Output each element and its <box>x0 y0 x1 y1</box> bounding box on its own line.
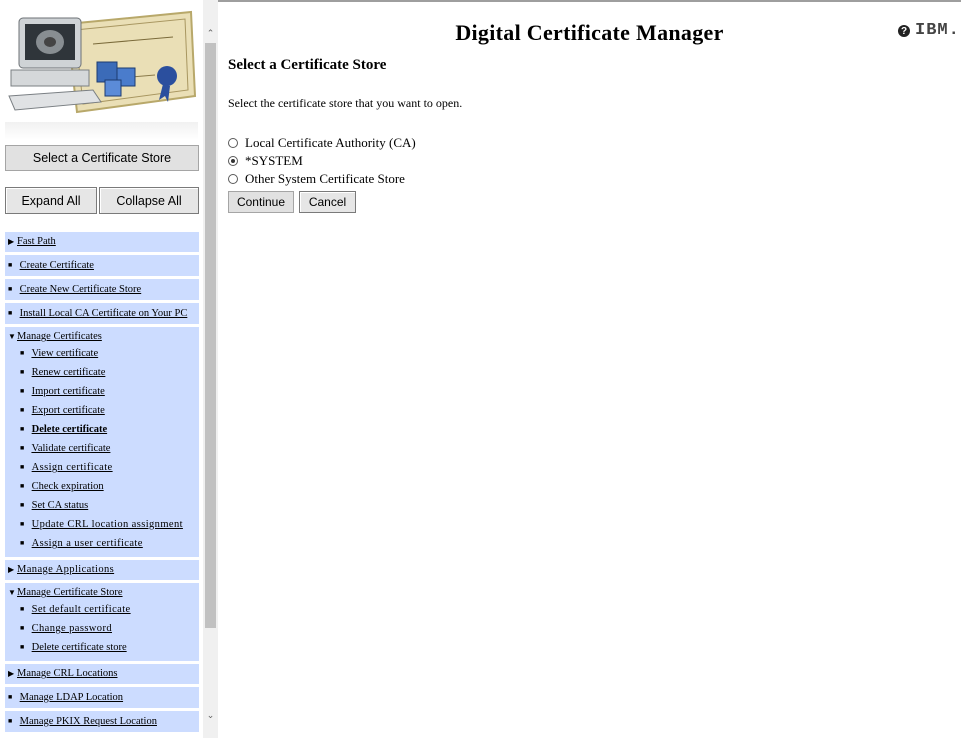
menu-item-manage-crl-locations[interactable]: ▶ Manage CRL Locations <box>5 664 199 684</box>
submenu-link-update-crl-location-assignment[interactable]: Update CRL location assignment <box>32 519 183 530</box>
menu-link[interactable]: Install Local CA Certificate on Your PC <box>20 308 188 319</box>
menu-link[interactable]: Manage CRL Locations <box>17 668 118 679</box>
bullet-icon: ■ <box>8 309 13 317</box>
option-local-ca[interactable]: Local Certificate Authority (CA) <box>228 134 948 152</box>
navigation-frame: Select a Certificate Store Expand All Co… <box>0 0 203 738</box>
option-system[interactable]: *SYSTEM <box>228 152 948 170</box>
bullet-icon: ■ <box>20 406 25 414</box>
header-rule <box>218 0 961 2</box>
submenu-manage-certificates: ■ View certificate ■ Renew certificate ■… <box>8 344 195 553</box>
certificate-illustration <box>5 4 198 122</box>
submenu-link-renew-certificate[interactable]: Renew certificate <box>32 367 106 378</box>
menu-link[interactable]: Fast Path <box>17 236 56 247</box>
submenu-link-import-certificate[interactable]: Import certificate <box>32 386 105 397</box>
expand-all-button[interactable]: Expand All <box>5 187 97 214</box>
page-title: Digital Certificate Manager <box>455 20 724 45</box>
option-label[interactable]: Other System Certificate Store <box>245 171 405 187</box>
menu-link[interactable]: Create New Certificate Store <box>20 284 142 295</box>
expand-arrow-icon[interactable]: ▶ <box>8 564 17 576</box>
submenu-link-check-expiration[interactable]: Check expiration <box>32 481 104 492</box>
bullet-icon: ■ <box>20 605 25 613</box>
help-icon[interactable]: ? <box>898 25 910 37</box>
bullet-icon: ■ <box>20 520 25 528</box>
form-actions: Continue Cancel <box>228 191 948 213</box>
bullet-icon: ■ <box>20 643 25 651</box>
submenu-link-set-ca-status[interactable]: Set CA status <box>32 500 89 511</box>
select-certificate-store-button[interactable]: Select a Certificate Store <box>5 145 199 171</box>
menu-link[interactable]: Create Certificate <box>20 260 94 271</box>
menu-link[interactable]: Manage Applications <box>17 564 114 575</box>
main-frame: Digital Certificate Manager ? IBM. Selec… <box>218 0 961 738</box>
radio-button[interactable] <box>228 138 238 148</box>
submenu-link-assign-user-certificate[interactable]: Assign a user certificate <box>32 538 143 549</box>
menu-link[interactable]: Manage LDAP Location <box>20 692 123 703</box>
bullet-icon: ■ <box>20 349 25 357</box>
menu-item-fast-path[interactable]: ▶ Fast Path <box>5 232 199 252</box>
continue-button[interactable]: Continue <box>228 191 294 213</box>
bullet-icon: ■ <box>8 717 13 725</box>
submenu-link-assign-certificate[interactable]: Assign certificate <box>32 462 113 473</box>
bullet-icon: ■ <box>20 501 25 509</box>
menu-item-install-local-ca-certificate[interactable]: ■ Install Local CA Certificate on Your P… <box>5 303 199 324</box>
bullet-icon: ■ <box>8 693 13 701</box>
scrollbar-thumb[interactable] <box>205 43 216 628</box>
option-other-system-store[interactable]: Other System Certificate Store <box>228 170 948 188</box>
menu-link[interactable]: Manage Certificates <box>17 331 102 342</box>
bullet-icon: ■ <box>20 624 25 632</box>
menu-item-manage-ldap-location[interactable]: ■ Manage LDAP Location <box>5 687 199 708</box>
submenu-link-set-default-certificate[interactable]: Set default certificate <box>32 604 131 615</box>
bullet-icon: ■ <box>20 368 25 376</box>
bullet-icon: ■ <box>20 387 25 395</box>
ibm-logo: IBM. <box>915 21 960 40</box>
expand-arrow-icon[interactable]: ▶ <box>8 236 17 248</box>
bullet-icon: ■ <box>20 463 25 471</box>
submenu-link-delete-certificate[interactable]: Delete certificate <box>32 424 107 435</box>
menu-item-manage-pkix-request-location[interactable]: ■ Manage PKIX Request Location <box>5 711 199 732</box>
cancel-button[interactable]: Cancel <box>299 191 356 213</box>
section-heading: Select a Certificate Store <box>228 57 387 73</box>
menu-item-manage-certificate-store[interactable]: ▼Manage Certificate Store ■ Set default … <box>5 583 199 661</box>
bullet-icon: ■ <box>20 539 25 547</box>
menu-item-create-new-certificate-store[interactable]: ■ Create New Certificate Store <box>5 279 199 300</box>
submenu-link-validate-certificate[interactable]: Validate certificate <box>31 443 110 454</box>
collapse-arrow-icon[interactable]: ▼ <box>8 331 17 343</box>
radio-button-selected[interactable] <box>228 156 238 166</box>
bullet-icon: ■ <box>20 482 25 490</box>
bullet-icon: ■ <box>8 261 13 269</box>
menu-item-manage-applications[interactable]: ▶ Manage Applications <box>5 560 199 580</box>
option-label[interactable]: *SYSTEM <box>245 153 303 169</box>
instruction-text: Select the certificate store that you wa… <box>228 96 463 110</box>
submenu-link-change-password[interactable]: Change password <box>32 623 112 634</box>
scroll-up-arrow-icon[interactable]: ⌃ <box>203 26 218 41</box>
menu-link[interactable]: Manage PKIX Request Location <box>20 716 157 727</box>
menu-item-manage-certificates[interactable]: ▼Manage Certificates ■ View certificate … <box>5 327 199 557</box>
task-menu: ▶ Fast Path ■ Create Certificate ■ Create… <box>5 232 199 735</box>
store-options: Local Certificate Authority (CA) *SYSTEM… <box>228 134 948 188</box>
submenu-link-view-certificate[interactable]: View certificate <box>31 348 98 359</box>
bullet-icon: ■ <box>20 425 25 433</box>
submenu-manage-certificate-store: ■ Set default certificate ■ Change passw… <box>8 600 195 657</box>
submenu-link-delete-certificate-store[interactable]: Delete certificate store <box>32 642 127 653</box>
bullet-icon: ■ <box>20 444 25 452</box>
navigation-scrollbar[interactable]: ⌃ ⌄ <box>203 0 218 738</box>
submenu-link-export-certificate[interactable]: Export certificate <box>32 405 105 416</box>
select-store-form: Select a Certificate Store Select the ce… <box>228 57 948 213</box>
collapse-all-button[interactable]: Collapse All <box>99 187 199 214</box>
illustration-shadow <box>5 122 198 140</box>
scroll-down-arrow-icon[interactable]: ⌄ <box>203 708 218 723</box>
bullet-icon: ■ <box>8 285 13 293</box>
menu-item-create-certificate[interactable]: ■ Create Certificate <box>5 255 199 276</box>
collapse-arrow-icon[interactable]: ▼ <box>8 587 17 599</box>
expand-arrow-icon[interactable]: ▶ <box>8 668 17 680</box>
option-label[interactable]: Local Certificate Authority (CA) <box>245 135 416 151</box>
menu-link[interactable]: Manage Certificate Store <box>17 587 123 598</box>
radio-button[interactable] <box>228 174 238 184</box>
